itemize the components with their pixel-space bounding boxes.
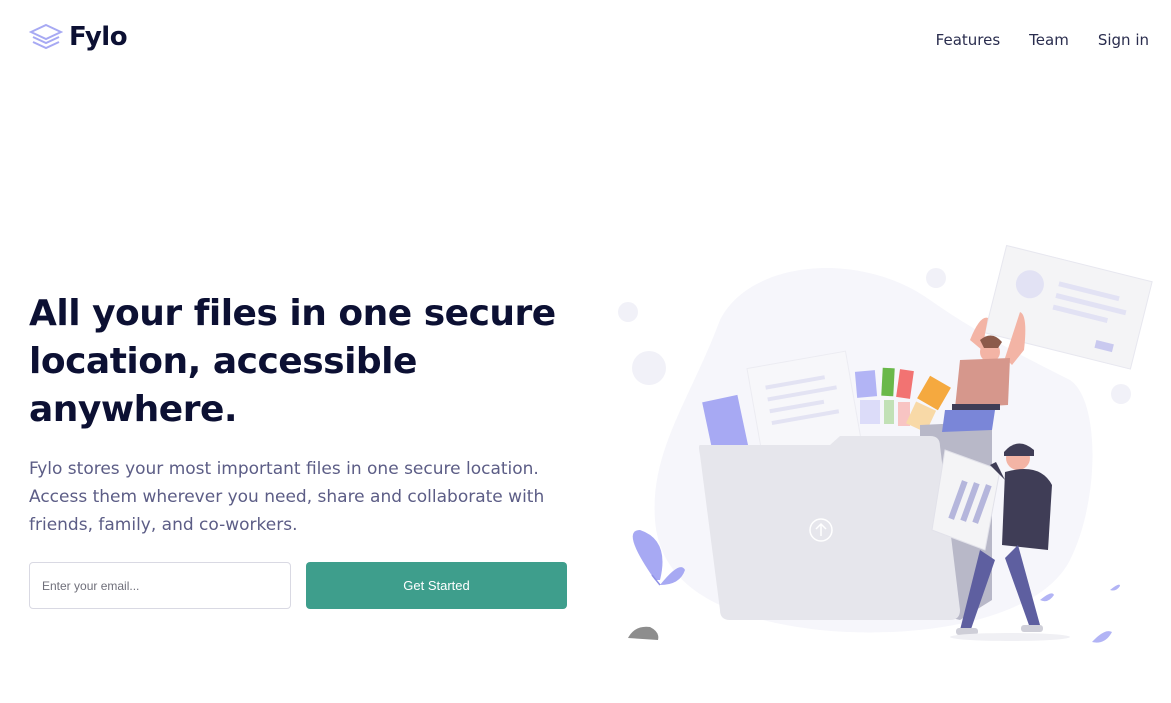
color-swatch xyxy=(854,370,878,398)
leaf xyxy=(1092,631,1112,643)
email-input[interactable] xyxy=(29,562,291,609)
bubble xyxy=(632,351,666,385)
color-swatch xyxy=(860,400,880,424)
hero-title: All your files in one secure location, a… xyxy=(29,293,556,430)
nav-link-features[interactable]: Features xyxy=(936,31,1001,49)
bubble xyxy=(618,302,638,322)
file-upload-illustration xyxy=(618,244,1153,643)
color-swatch xyxy=(884,400,894,424)
hero-description: Fylo stores your most important files in… xyxy=(29,459,545,535)
nav-link-team[interactable]: Team xyxy=(1029,31,1069,49)
folder-front xyxy=(699,436,960,620)
get-started-button[interactable]: Get Started xyxy=(306,562,567,609)
color-swatch xyxy=(881,367,895,397)
layers-logo-icon xyxy=(29,23,63,50)
site-header: Fylo Features Team Sign in xyxy=(0,0,1171,80)
bubble xyxy=(1111,384,1131,404)
bubble xyxy=(926,268,946,288)
main-nav: Features Team Sign in xyxy=(936,31,1149,49)
leaf xyxy=(1040,593,1054,602)
brand-name: Fylo xyxy=(69,22,128,52)
leaf xyxy=(1110,584,1120,591)
logo[interactable]: Fylo xyxy=(29,22,128,52)
rock xyxy=(628,626,659,640)
nav-link-sign-in[interactable]: Sign in xyxy=(1098,31,1149,49)
ground-shadow xyxy=(950,633,1070,641)
